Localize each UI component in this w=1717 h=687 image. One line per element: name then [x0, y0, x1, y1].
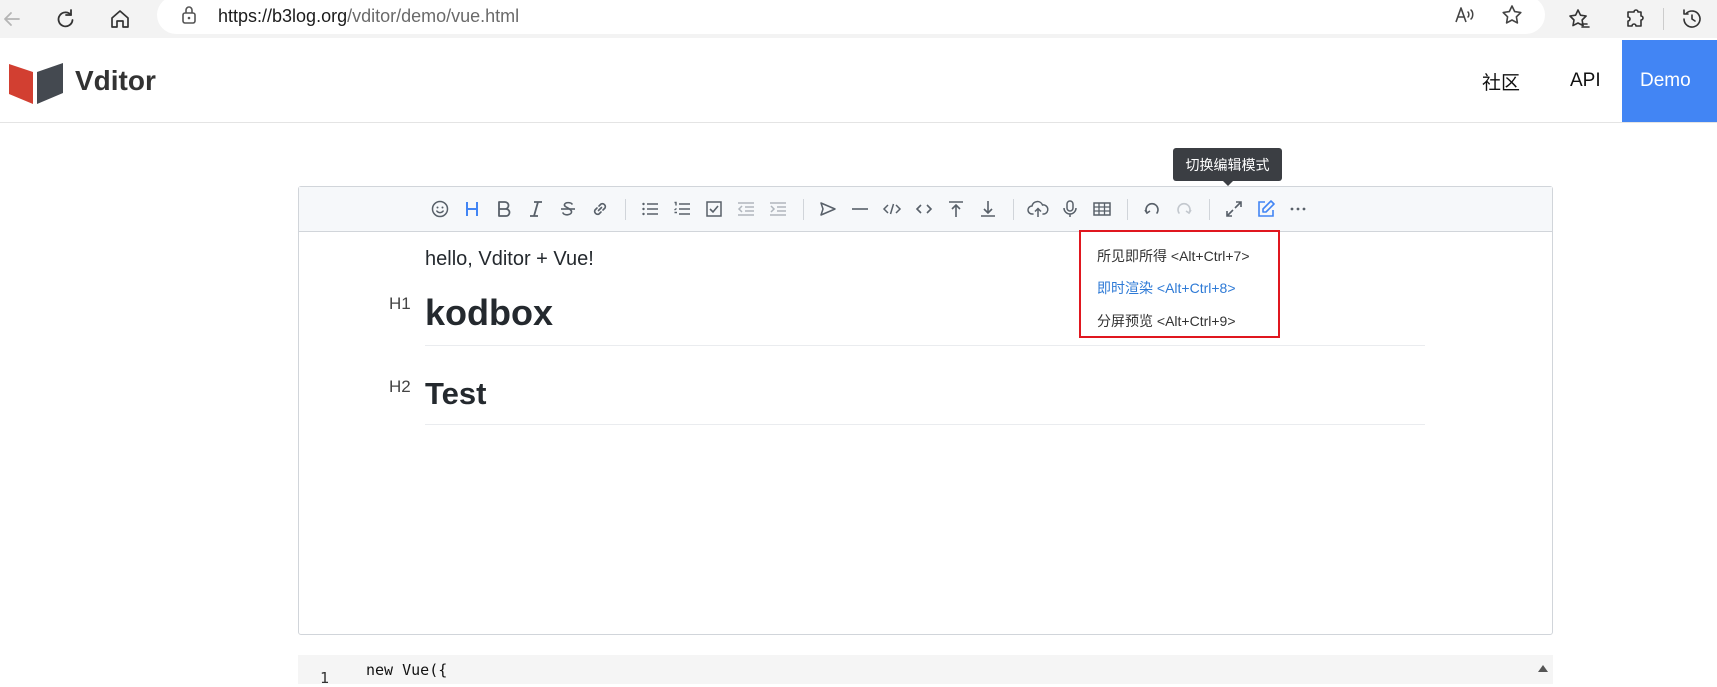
- toolbar-divider: [1127, 199, 1128, 220]
- vditor-logo[interactable]: [9, 60, 63, 104]
- read-aloud-icon[interactable]: [1453, 3, 1477, 27]
- nav-api[interactable]: API: [1570, 40, 1601, 122]
- extensions-icon[interactable]: [1619, 3, 1651, 35]
- inline-code-icon[interactable]: [911, 196, 937, 222]
- h1-marker: H1: [389, 294, 411, 313]
- browser-toolbar: https://b3log.org/vditor/demo/vue.html: [0, 0, 1717, 38]
- edit-mode-menu: 所见即所得 <Alt+Ctrl+7> 即时渲染 <Alt+Ctrl+8> 分屏预…: [1079, 230, 1280, 338]
- bold-icon[interactable]: [491, 196, 517, 222]
- table-icon[interactable]: [1089, 196, 1115, 222]
- menu-item-instant-render[interactable]: 即时渲染 <Alt+Ctrl+8>: [1097, 278, 1236, 298]
- heading-2-underline: [425, 424, 1425, 425]
- history-icon[interactable]: [1676, 3, 1708, 35]
- toolbar-divider: [1663, 8, 1664, 30]
- record-icon[interactable]: [1057, 196, 1083, 222]
- nav-community[interactable]: 社区: [1482, 40, 1520, 122]
- url-text[interactable]: https://b3log.org/vditor/demo/vue.html: [218, 6, 519, 27]
- menu-item-wysiwyg[interactable]: 所见即所得 <Alt+Ctrl+7>: [1097, 246, 1250, 266]
- toolbar-divider: [1209, 199, 1210, 220]
- menu-item-split-view[interactable]: 分屏预览 <Alt+Ctrl+9>: [1097, 311, 1236, 331]
- back-icon[interactable]: [0, 3, 28, 35]
- paragraph-text[interactable]: hello, Vditor + Vue!: [425, 248, 594, 271]
- refresh-icon[interactable]: [49, 3, 81, 35]
- favorites-icon[interactable]: [1563, 3, 1595, 35]
- scroll-up-icon[interactable]: [1538, 665, 1548, 672]
- italic-icon[interactable]: [523, 196, 549, 222]
- insert-before-icon[interactable]: [943, 196, 969, 222]
- code-icon[interactable]: [879, 196, 905, 222]
- url-host: https://b3log.org: [218, 6, 348, 26]
- toolbar-divider: [803, 199, 804, 220]
- redo-icon[interactable]: [1171, 196, 1197, 222]
- address-bar[interactable]: https://b3log.org/vditor/demo/vue.html: [157, 0, 1545, 34]
- heading-1[interactable]: kodbox: [425, 292, 553, 334]
- home-icon[interactable]: [104, 3, 136, 35]
- line-icon[interactable]: [847, 196, 873, 222]
- favorite-icon[interactable]: [1500, 3, 1524, 27]
- brand-name[interactable]: Vditor: [75, 65, 156, 97]
- editor-content[interactable]: hello, Vditor + Vue! H1 kodbox H2 Test: [299, 232, 1552, 634]
- lock-icon[interactable]: [179, 4, 199, 26]
- undo-icon[interactable]: [1139, 196, 1165, 222]
- outdent-icon[interactable]: [733, 196, 759, 222]
- ordered-list-icon[interactable]: [669, 196, 695, 222]
- edit-mode-icon[interactable]: [1253, 196, 1279, 222]
- editor-toolbar: [299, 187, 1552, 232]
- fullscreen-icon[interactable]: [1221, 196, 1247, 222]
- check-icon[interactable]: [701, 196, 727, 222]
- toolbar-divider: [625, 199, 626, 220]
- h2-marker: H2: [389, 377, 411, 396]
- headings-icon[interactable]: [459, 196, 485, 222]
- url-path: /vditor/demo/vue.html: [347, 6, 520, 26]
- indent-icon[interactable]: [765, 196, 791, 222]
- strike-icon[interactable]: [555, 196, 581, 222]
- list-icon[interactable]: [637, 196, 663, 222]
- code-block: 1 new Vue({: [298, 655, 1553, 687]
- site-header: Vditor 社区 API Demo: [0, 40, 1717, 123]
- toolbar-divider: [1013, 199, 1014, 220]
- link-icon[interactable]: [587, 196, 613, 222]
- vditor-editor: hello, Vditor + Vue! H1 kodbox H2 Test: [298, 186, 1553, 635]
- heading-2[interactable]: Test: [425, 376, 486, 412]
- emoji-icon[interactable]: [427, 196, 453, 222]
- insert-after-icon[interactable]: [975, 196, 1001, 222]
- quote-icon[interactable]: [815, 196, 841, 222]
- upload-icon[interactable]: [1025, 196, 1051, 222]
- nav-demo[interactable]: Demo: [1622, 40, 1717, 122]
- more-icon[interactable]: [1285, 196, 1311, 222]
- edit-mode-tooltip: 切换编辑模式: [1173, 148, 1282, 186]
- line-number: 1: [320, 669, 330, 687]
- code-line[interactable]: new Vue({: [366, 661, 447, 679]
- heading-1-underline: [425, 345, 1425, 346]
